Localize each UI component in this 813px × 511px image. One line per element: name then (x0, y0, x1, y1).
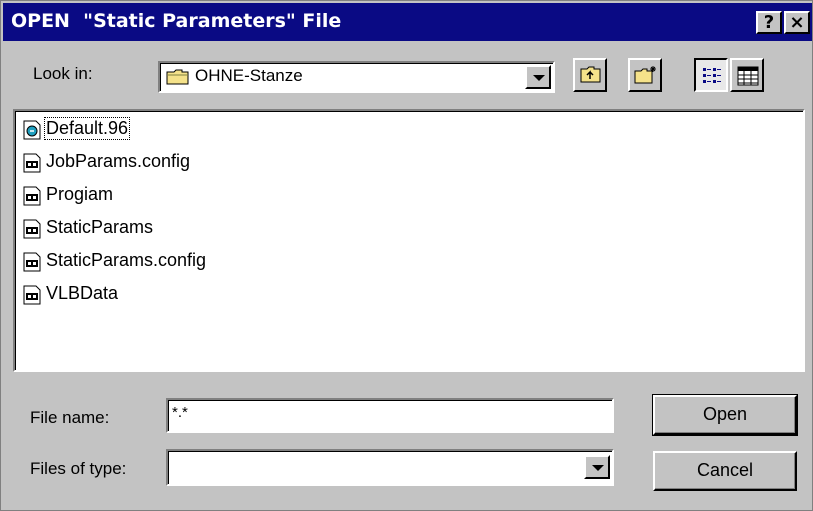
up-one-level-button[interactable] (573, 58, 607, 92)
open-button[interactable]: Open (652, 394, 798, 436)
special-file-icon (23, 120, 42, 140)
close-button[interactable]: × (784, 11, 810, 34)
look-in-combo[interactable]: OHNE-Stanze (158, 61, 555, 93)
file-icon (23, 252, 42, 272)
look-in-label: Look in: (33, 64, 93, 83)
file-icon (23, 219, 42, 239)
file-list[interactable]: Default.96 JobParams.config Progiam Stat… (13, 109, 805, 372)
title-bar[interactable]: OPEN "Static Parameters" File ? × (3, 3, 812, 41)
list-view-icon (702, 66, 722, 91)
file-type-dropdown-button[interactable] (584, 455, 610, 479)
up-folder-icon (580, 66, 602, 89)
new-folder-icon (634, 65, 658, 90)
details-view-icon (737, 66, 759, 91)
file-icon (23, 186, 42, 206)
file-name-value: *.* (172, 404, 188, 421)
list-view-button[interactable] (694, 58, 728, 92)
help-button[interactable]: ? (756, 11, 782, 34)
file-name: JobParams.config (46, 151, 191, 171)
file-name-field[interactable]: *.* (166, 398, 614, 433)
file-icon (23, 153, 42, 173)
open-file-dialog: OPEN "Static Parameters" File ? × Look i… (0, 0, 813, 511)
file-name: Progiam (46, 184, 114, 204)
file-name-label: File name: (30, 408, 110, 427)
new-folder-button[interactable] (628, 58, 662, 92)
cancel-button[interactable]: Cancel (653, 451, 797, 491)
file-name: StaticParams.config (46, 250, 207, 270)
file-type-combo[interactable] (166, 449, 614, 486)
file-name: StaticParams (46, 217, 154, 237)
look-in-dropdown-button[interactable] (525, 65, 551, 89)
file-name: Default.96 (43, 117, 131, 140)
file-icon (23, 285, 42, 305)
details-view-button[interactable] (730, 58, 764, 92)
file-type-label: Files of type: (30, 459, 127, 478)
look-in-value: OHNE-Stanze (195, 66, 303, 85)
file-name: VLBData (46, 283, 119, 303)
window-title: OPEN "Static Parameters" File (11, 10, 342, 32)
folder-icon (166, 68, 190, 86)
